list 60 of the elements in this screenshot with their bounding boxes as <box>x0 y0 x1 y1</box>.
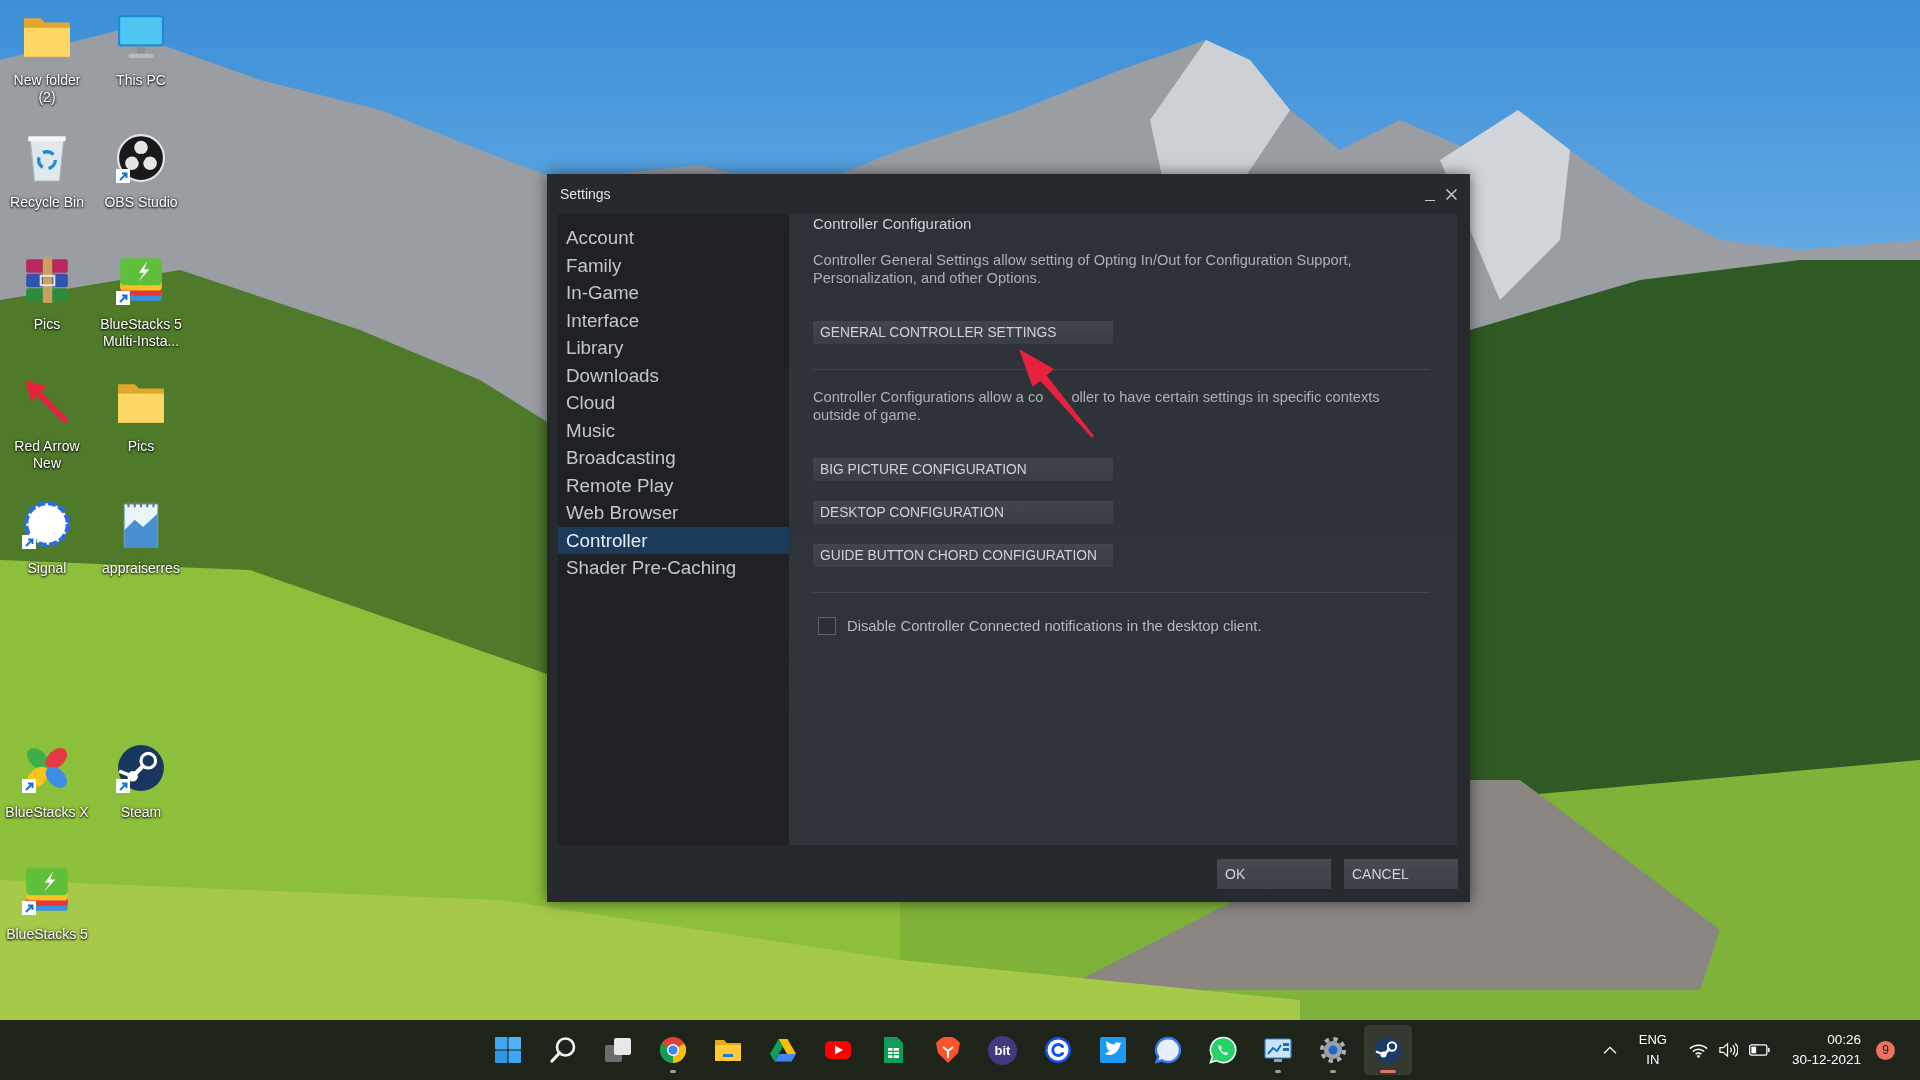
close-icon <box>1445 188 1457 200</box>
checkbox-label[interactable]: Disable Controller Connected notifications in the desktop client. <box>847 618 1262 634</box>
taskbar-button[interactable] <box>1363 1025 1412 1075</box>
sidebar-item[interactable]: Web Browser <box>558 499 789 527</box>
taskbar-button[interactable]: bit <box>978 1025 1027 1075</box>
sidebar-item[interactable]: In-Game <box>558 279 789 307</box>
settings-icon <box>1318 1036 1347 1064</box>
sidebar-item[interactable]: Remote Play <box>558 471 789 499</box>
icon-label[interactable]: BlueStacks 5 Multi-Insta... <box>98 316 184 350</box>
clock-time[interactable]: 00:26 <box>1827 1030 1861 1050</box>
obs-logo-icon[interactable] <box>116 133 166 183</box>
steam-logo-icon <box>1373 1036 1402 1064</box>
description-text: Controller Configurations allow a co oller to have certain settings in specific contexts outside of game. <box>813 388 1381 424</box>
minimize-icon <box>1425 199 1435 201</box>
sidebar-item[interactable]: Account <box>558 224 789 252</box>
region-label[interactable]: IN <box>1646 1050 1660 1070</box>
chat-bubble-icon <box>1153 1036 1182 1064</box>
chat-ring-icon[interactable] <box>22 499 72 549</box>
icon-label[interactable]: Pics <box>33 316 61 333</box>
sidebar-item[interactable]: Controller <box>558 526 789 554</box>
config-button[interactable]: GENERAL CONTROLLER SETTINGS <box>813 321 1113 344</box>
ring-logo-icon <box>1043 1036 1072 1064</box>
browser-logo-icon <box>658 1036 687 1064</box>
dialog-button[interactable]: CANCEL <box>1344 859 1458 889</box>
description-text: Controller General Settings allow setting of Opting In/Out for Configuration Support, Personalization, and other Options. <box>813 251 1353 287</box>
sidebar-item[interactable]: Downloads <box>558 361 789 389</box>
window-title: Settings <box>560 186 611 202</box>
config-button[interactable]: DESKTOP CONFIGURATION <box>813 501 1113 524</box>
sidebar-item[interactable]: Library <box>558 334 789 362</box>
sidebar-item[interactable]: Family <box>558 251 789 279</box>
sidebar-item[interactable]: Broadcasting <box>558 444 789 472</box>
search-icon <box>548 1036 577 1064</box>
language-label[interactable]: ENG <box>1638 1030 1667 1050</box>
phone-bubble-icon <box>1208 1036 1237 1064</box>
checkbox[interactable] <box>818 617 836 635</box>
steam-logo-icon[interactable] <box>116 743 166 793</box>
config-button[interactable]: BIG PICTURE CONFIGURATION <box>813 458 1113 481</box>
chevron-up-icon[interactable] <box>1602 1046 1617 1054</box>
wifi-icon[interactable] <box>1688 1042 1708 1058</box>
notification-badge[interactable]: 9 <box>1876 1040 1895 1060</box>
start-icon <box>493 1036 522 1064</box>
app-logo: bit <box>988 1035 1017 1065</box>
clock-date[interactable]: 30-12-2021 <box>1791 1050 1861 1070</box>
section-heading: Controller Configuration <box>813 215 973 233</box>
config-button[interactable]: GUIDE BUTTON CHORD CONFIGURATION <box>813 544 1113 567</box>
shield-logo-icon <box>933 1036 962 1064</box>
sidebar-item[interactable]: Interface <box>558 306 789 334</box>
icon-label[interactable]: Red Arrow New <box>4 438 90 472</box>
battery-icon[interactable] <box>1748 1044 1770 1056</box>
dialog-button[interactable]: OK <box>1217 859 1331 889</box>
sidebar-item[interactable]: Shader Pre-Caching <box>558 554 789 582</box>
volume-icon[interactable] <box>1718 1042 1738 1058</box>
sidebar-item[interactable]: Music <box>558 416 789 444</box>
sidebar-item[interactable]: Cloud <box>558 389 789 417</box>
task-view-icon <box>603 1036 632 1064</box>
bird-icon <box>1098 1036 1127 1064</box>
icon-label[interactable]: Pics <box>127 438 155 455</box>
triangle-logo-icon <box>768 1036 797 1064</box>
close-button[interactable] <box>1443 186 1459 202</box>
monitor-chart-icon <box>1263 1036 1292 1064</box>
